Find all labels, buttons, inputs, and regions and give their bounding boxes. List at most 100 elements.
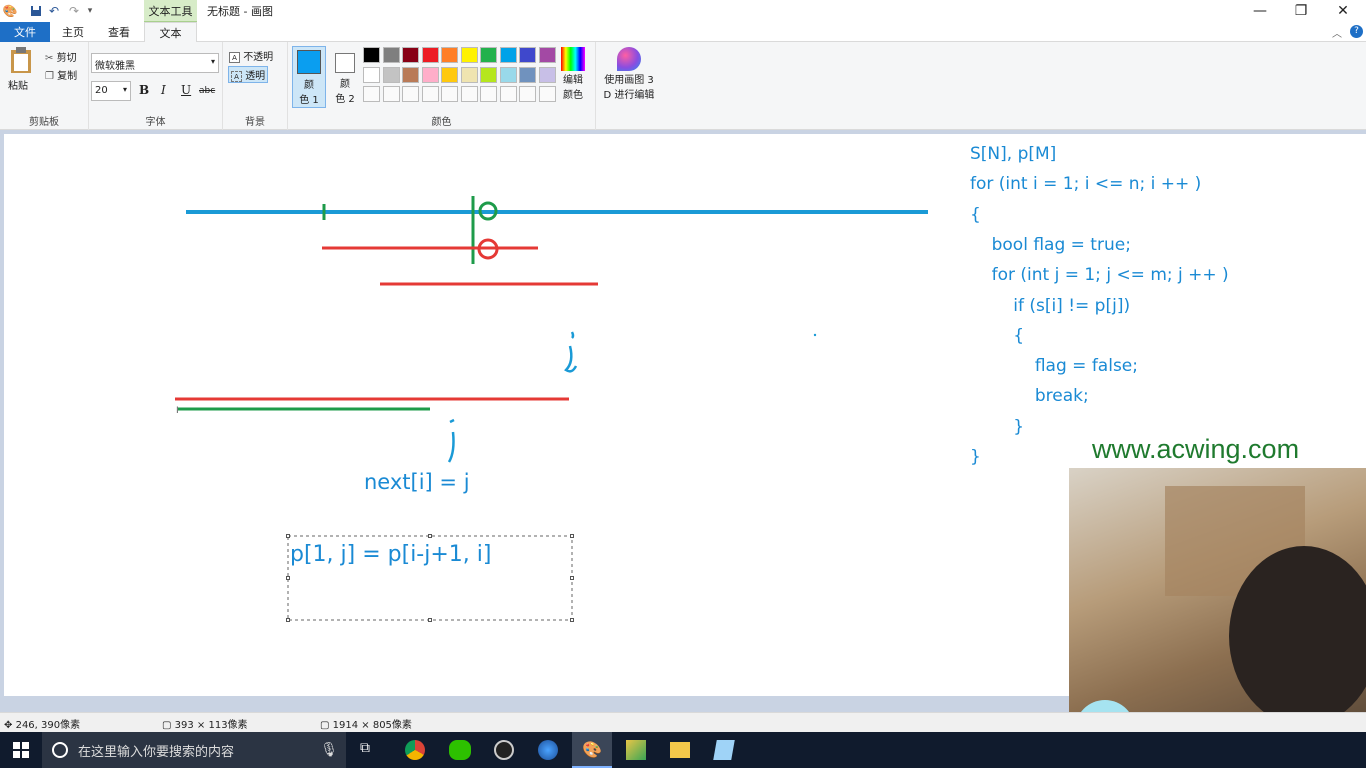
palette-swatch[interactable] bbox=[480, 47, 497, 63]
resize-handle[interactable] bbox=[570, 534, 574, 538]
resize-handle[interactable] bbox=[570, 618, 574, 622]
palette-swatch[interactable] bbox=[499, 66, 517, 83]
chevron-down-icon: ▾ bbox=[122, 85, 127, 94]
palette-swatch[interactable] bbox=[421, 66, 439, 83]
copy-button[interactable]: ❐ 复制 bbox=[45, 67, 77, 82]
resize-handle[interactable] bbox=[428, 534, 432, 538]
close-button[interactable]: ✕ bbox=[1320, 0, 1366, 22]
resize-handle[interactable] bbox=[286, 618, 290, 622]
palette-swatch[interactable] bbox=[441, 47, 458, 63]
tab-home[interactable]: 主页 bbox=[52, 22, 94, 42]
code-line: if (s[i] != p[j]) bbox=[970, 295, 1131, 316]
custom-color-slot[interactable] bbox=[421, 86, 439, 102]
palette-swatch[interactable] bbox=[402, 47, 419, 63]
paint3d-button[interactable]: 使用画图 3 D 进行编辑 bbox=[600, 47, 658, 101]
paint-app-icon[interactable]: 🎨 bbox=[2, 3, 18, 19]
bold-button[interactable]: B bbox=[139, 83, 149, 97]
colors-group: 颜 色 1 颜 色 2 编辑 颜色 颜色 bbox=[288, 42, 596, 130]
file-explorer-icon[interactable] bbox=[670, 742, 690, 758]
palette-swatch[interactable] bbox=[519, 47, 536, 63]
font-size-select[interactable]: 20 ▾ bbox=[91, 81, 131, 101]
palette-swatch[interactable] bbox=[363, 47, 380, 63]
selection-size-value: 393 × 113像素 bbox=[174, 720, 248, 731]
tab-view[interactable]: 查看 bbox=[97, 22, 141, 42]
undo-icon[interactable]: ↶ bbox=[46, 3, 62, 19]
edit-colors-line2: 颜色 bbox=[563, 90, 583, 101]
palette-swatch[interactable] bbox=[460, 66, 478, 83]
copy-icon: ❐ bbox=[45, 71, 54, 82]
palette-swatch[interactable] bbox=[382, 66, 400, 83]
resize-handle[interactable] bbox=[570, 576, 574, 580]
transparent-button[interactable]: A 透明 bbox=[228, 66, 269, 83]
code-line: { bbox=[970, 325, 1025, 346]
stray-dot bbox=[813, 333, 817, 337]
resize-handle[interactable] bbox=[428, 618, 432, 622]
microphone-icon[interactable]: 🎙 bbox=[320, 742, 338, 758]
font-group-label: 字体 bbox=[145, 117, 166, 128]
collapse-ribbon-icon[interactable]: ︿ bbox=[1332, 25, 1342, 40]
custom-color-slot[interactable] bbox=[538, 86, 556, 102]
resize-handle[interactable] bbox=[286, 534, 290, 538]
text-box-content[interactable]: p[1, j] = p[i-j+1, i] bbox=[290, 542, 491, 567]
cut-button[interactable]: ✂ 剪切 bbox=[45, 49, 77, 64]
minimize-button[interactable]: — bbox=[1237, 0, 1283, 22]
paint-taskbar-button[interactable]: 🎨 bbox=[572, 732, 612, 768]
wechat-icon[interactable] bbox=[449, 740, 471, 760]
code-line: flag = false; bbox=[970, 356, 1138, 377]
font-family-select[interactable]: 微软雅黑 ▾ bbox=[91, 53, 219, 73]
search-box[interactable]: 在这里输入你要搜索的内容 🎙 bbox=[42, 732, 346, 768]
text-tools-context-tab: 文本工具 bbox=[144, 0, 197, 22]
strikethrough-button[interactable]: abc bbox=[199, 86, 215, 96]
edit-colors-button[interactable]: 编辑 颜色 bbox=[558, 47, 588, 101]
tab-text[interactable]: 文本 bbox=[144, 22, 197, 43]
ribbon-tab-bar: 文件 主页 查看 文本 ︿ ? bbox=[0, 22, 1366, 43]
color2-button[interactable]: 颜 色 2 bbox=[330, 46, 360, 108]
custom-color-slot[interactable] bbox=[480, 86, 497, 102]
start-button[interactable] bbox=[0, 732, 42, 768]
move-icon: ✥ bbox=[4, 720, 13, 731]
status-bar: ✥ 246, 390像素 ▢ 393 × 113像素 ▢ 1914 × 805像… bbox=[0, 712, 1366, 732]
redo-icon[interactable]: ↷ bbox=[66, 3, 82, 19]
custom-color-slot[interactable] bbox=[382, 86, 400, 102]
app-icon[interactable] bbox=[626, 740, 646, 760]
palette-swatch[interactable] bbox=[421, 47, 439, 63]
resize-handle[interactable] bbox=[286, 576, 290, 580]
custom-color-slot[interactable] bbox=[363, 86, 380, 102]
custom-color-slot[interactable] bbox=[402, 86, 419, 102]
custom-color-slot[interactable] bbox=[519, 86, 536, 102]
code-line: S[N], p[M] bbox=[970, 144, 1057, 164]
code-line: break; bbox=[970, 386, 1089, 407]
palette-swatch[interactable] bbox=[402, 66, 419, 83]
task-view-icon[interactable]: ⧉ bbox=[360, 740, 370, 756]
custom-color-slot[interactable] bbox=[499, 86, 517, 102]
notes-icon[interactable] bbox=[713, 740, 735, 760]
save-icon[interactable] bbox=[28, 3, 44, 19]
browser-icon[interactable] bbox=[538, 740, 558, 760]
code-line: for (int i = 1; i <= n; i ++ ) bbox=[970, 174, 1202, 195]
palette-swatch[interactable] bbox=[460, 47, 478, 63]
customize-quick-access-icon[interactable]: ▾ bbox=[82, 3, 98, 19]
color1-button[interactable]: 颜 色 1 bbox=[292, 46, 326, 108]
code-line: } bbox=[970, 447, 981, 467]
palette-swatch[interactable] bbox=[382, 47, 400, 63]
custom-color-slot[interactable] bbox=[441, 86, 458, 102]
underline-button[interactable]: U bbox=[181, 83, 191, 97]
tab-file[interactable]: 文件 bbox=[0, 22, 50, 42]
canvas-size: ▢ 1914 × 805像素 bbox=[320, 716, 412, 731]
palette-swatch[interactable] bbox=[538, 66, 556, 83]
palette-swatch[interactable] bbox=[441, 66, 458, 83]
ribbon: 粘贴 ✂ 剪切 ❐ 复制 剪贴板 微软雅黑 ▾ 20 ▾ B I U abc 字… bbox=[0, 42, 1366, 130]
palette-swatch[interactable] bbox=[499, 47, 517, 63]
custom-color-slot[interactable] bbox=[460, 86, 478, 102]
palette-swatch[interactable] bbox=[363, 66, 380, 83]
obs-icon[interactable] bbox=[494, 740, 514, 760]
palette-swatch[interactable] bbox=[480, 66, 497, 83]
opaque-button[interactable]: A 不透明 bbox=[229, 48, 273, 63]
restore-button[interactable]: ❐ bbox=[1278, 0, 1324, 22]
chrome-icon[interactable] bbox=[405, 740, 425, 760]
italic-button[interactable]: I bbox=[161, 83, 166, 97]
palette-swatch[interactable] bbox=[519, 66, 536, 83]
paste-button[interactable]: 粘贴 bbox=[8, 46, 38, 92]
help-icon[interactable]: ? bbox=[1350, 25, 1363, 38]
palette-swatch[interactable] bbox=[538, 47, 556, 63]
